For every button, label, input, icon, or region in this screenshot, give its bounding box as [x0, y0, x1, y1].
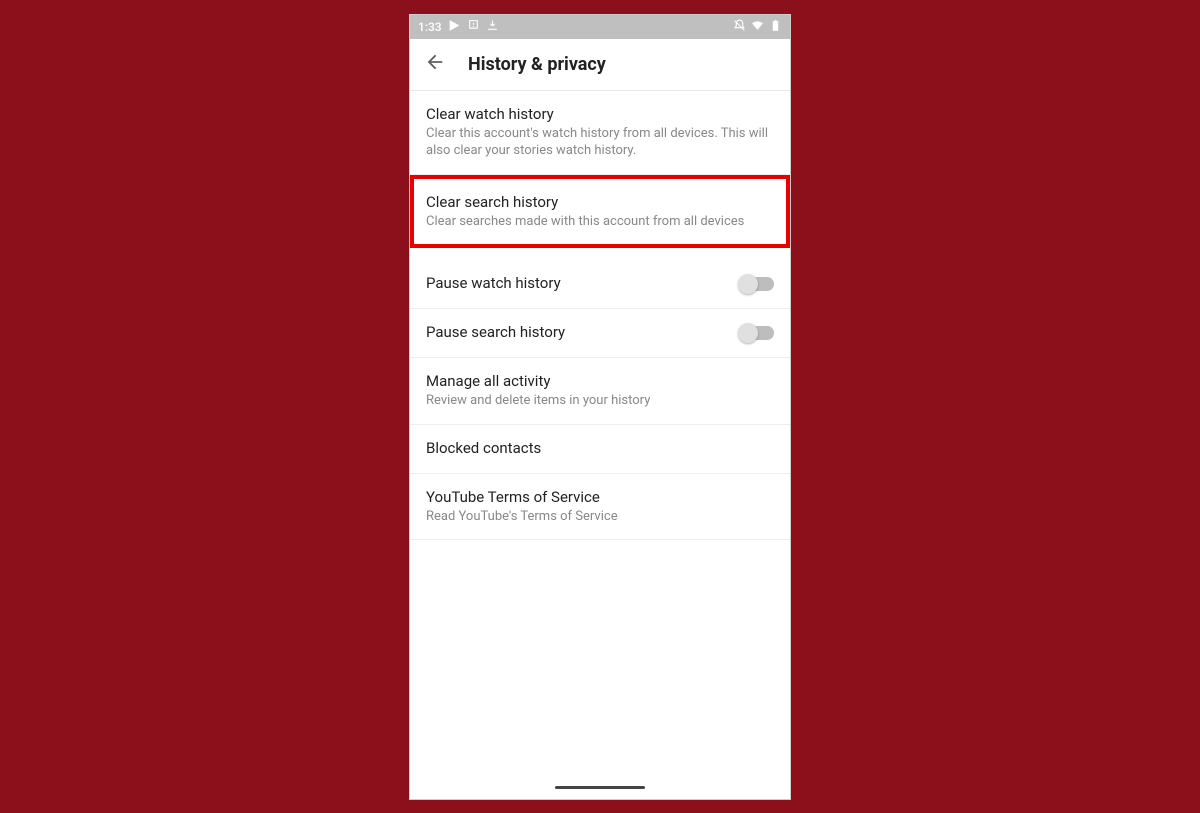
- pause-watch-toggle[interactable]: [740, 277, 774, 291]
- update-icon: [467, 19, 480, 35]
- item-subtitle: Clear searches made with this account fr…: [426, 213, 774, 231]
- item-title: Clear search history: [426, 193, 774, 211]
- settings-list: Clear watch history Clear this account's…: [410, 91, 790, 777]
- item-title: Pause search history: [426, 323, 728, 341]
- wifi-icon: [751, 19, 764, 35]
- status-bar: 1:33: [410, 15, 790, 39]
- item-subtitle: Review and delete items in your history: [426, 392, 774, 410]
- page-title: History & privacy: [468, 54, 606, 75]
- item-subtitle: Clear this account's watch history from …: [426, 125, 774, 160]
- home-indicator: [555, 786, 645, 789]
- manage-all-activity-item[interactable]: Manage all activity Review and delete it…: [410, 358, 790, 425]
- download-icon: [486, 19, 499, 35]
- back-button[interactable]: [424, 51, 446, 77]
- terms-of-service-item[interactable]: YouTube Terms of Service Read YouTube's …: [410, 474, 790, 541]
- gesture-nav-bar[interactable]: [410, 777, 790, 799]
- status-time: 1:33: [418, 20, 442, 34]
- pause-search-history-item[interactable]: Pause search history: [410, 309, 790, 358]
- clear-search-history-item[interactable]: Clear search history Clear searches made…: [410, 175, 790, 249]
- item-title: Pause watch history: [426, 274, 728, 292]
- clear-watch-history-item[interactable]: Clear watch history Clear this account's…: [410, 91, 790, 175]
- item-title: Blocked contacts: [426, 439, 774, 457]
- pause-search-toggle[interactable]: [740, 326, 774, 340]
- item-title: Manage all activity: [426, 372, 774, 390]
- phone-screen: 1:33 History & privacy Clear watch histo…: [410, 15, 790, 799]
- app-bar: History & privacy: [410, 39, 790, 91]
- blocked-contacts-item[interactable]: Blocked contacts: [410, 425, 790, 474]
- item-title: Clear watch history: [426, 105, 774, 123]
- dnd-icon: [733, 19, 746, 35]
- item-subtitle: Read YouTube's Terms of Service: [426, 508, 774, 526]
- pause-watch-history-item[interactable]: Pause watch history: [410, 260, 790, 309]
- play-store-icon: [448, 19, 461, 35]
- battery-icon: [769, 19, 782, 35]
- item-title: YouTube Terms of Service: [426, 488, 774, 506]
